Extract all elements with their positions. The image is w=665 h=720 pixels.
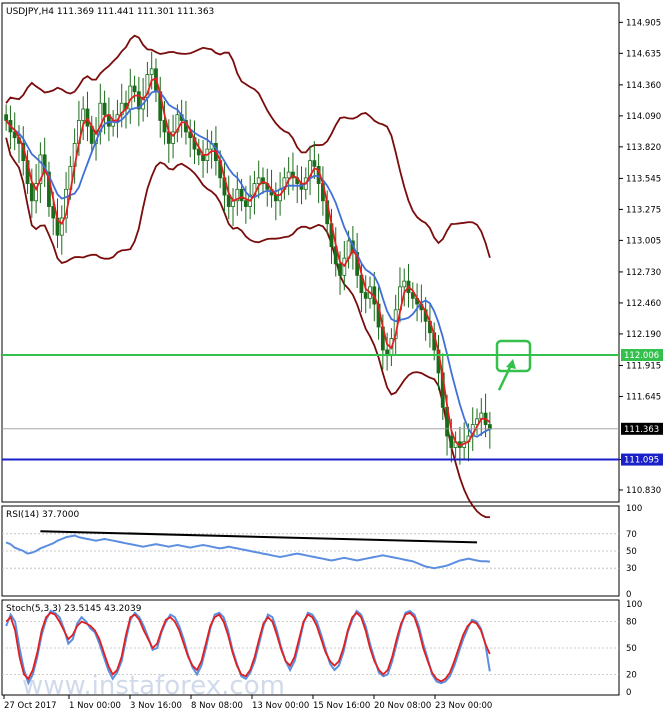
target-arrow-head: [506, 359, 516, 370]
candle-body: [363, 292, 368, 299]
watermark: www.instaforex.com: [22, 671, 285, 701]
stoch-y-tick-label: 100: [626, 600, 642, 610]
candle-body: [273, 194, 278, 202]
price-y-tick-label: 112.460: [626, 299, 661, 309]
candle-body: [402, 280, 407, 288]
stoch-y-tick-label: 80: [626, 618, 637, 628]
rsi-y-tick-label: 0: [626, 590, 631, 600]
price-y-tick-label: 111.645: [626, 392, 661, 402]
rsi-title: RSI(14) 37.7000: [6, 510, 79, 520]
candle-body: [239, 188, 244, 202]
price-y-tick-label: 113.820: [626, 143, 661, 153]
stoch-y-tick-label: 20: [626, 670, 637, 680]
candle-body: [312, 160, 317, 167]
stoch-y-tick-label: 0: [626, 688, 631, 698]
rsi-y-tick-label: 50: [626, 547, 637, 557]
x-tick-label: 15 Nov 16:00: [313, 701, 370, 711]
rsi-y-tick-label: 70: [626, 530, 637, 540]
x-tick-label: 20 Nov 08:00: [374, 701, 431, 711]
price-panel-frame: [1, 2, 620, 503]
candle-body: [243, 200, 248, 207]
candle-body: [102, 102, 107, 116]
rsi-layer: [2, 530, 619, 570]
price-level-label: 111.095: [624, 456, 659, 466]
candle-body: [132, 85, 137, 93]
price-y-tick-label: 112.730: [626, 268, 661, 278]
x-tick-label: 27 Oct 2017: [4, 701, 57, 711]
x-tick-label: 1 Nov 00:00: [69, 701, 121, 711]
candle-body: [449, 435, 454, 448]
price-y-tick-label: 114.635: [626, 49, 661, 59]
candle-body: [81, 108, 86, 121]
price-y-tick-label: 113.005: [626, 236, 661, 246]
chart-stage: USDJPY,H4 111.369 111.441 111.301 111.36…: [0, 0, 665, 716]
price-layer: [2, 34, 619, 519]
rsi-trendline: [40, 530, 478, 544]
rsi-y-tick-label: 100: [626, 504, 642, 514]
candle-body: [4, 114, 9, 121]
candle-body: [256, 177, 261, 184]
x-tick-label: 13 Nov 00:00: [252, 701, 309, 711]
candle-body: [149, 68, 154, 75]
price-y-tick-label: 114.905: [626, 18, 661, 28]
chart-svg: USDJPY,H4 111.369 111.441 111.301 111.36…: [1, 2, 663, 711]
x-tick-label: 23 Nov 00:00: [435, 701, 492, 711]
price-y-tick-label: 114.090: [626, 112, 661, 122]
candle-body: [29, 183, 34, 202]
price-level-label: 111.363: [624, 425, 659, 435]
stoch-title: Stoch(5,3,3) 23.5145 43.2039: [6, 604, 142, 614]
candle-body: [286, 171, 291, 179]
price-y-tick-label: 113.275: [626, 205, 661, 215]
x-tick-label: 8 Nov 08:00: [191, 701, 243, 711]
rsi-y-tick-label: 30: [626, 564, 637, 574]
price-y-tick-label: 114.360: [626, 81, 661, 91]
price-y-tick-label: 111.915: [626, 361, 661, 371]
price-y-tick-label: 110.830: [626, 486, 661, 496]
price-level-label: 112.006: [624, 351, 659, 361]
x-tick-label: 3 Nov 16:00: [130, 701, 182, 711]
price-chart-title: USDJPY,H4 111.369 111.441 111.301 111.36…: [6, 7, 214, 17]
price-y-tick-label: 113.545: [626, 174, 661, 184]
candle-body: [338, 263, 342, 276]
stoch-y-tick-label: 50: [626, 644, 637, 654]
price-y-tick-label: 112.190: [626, 330, 661, 340]
